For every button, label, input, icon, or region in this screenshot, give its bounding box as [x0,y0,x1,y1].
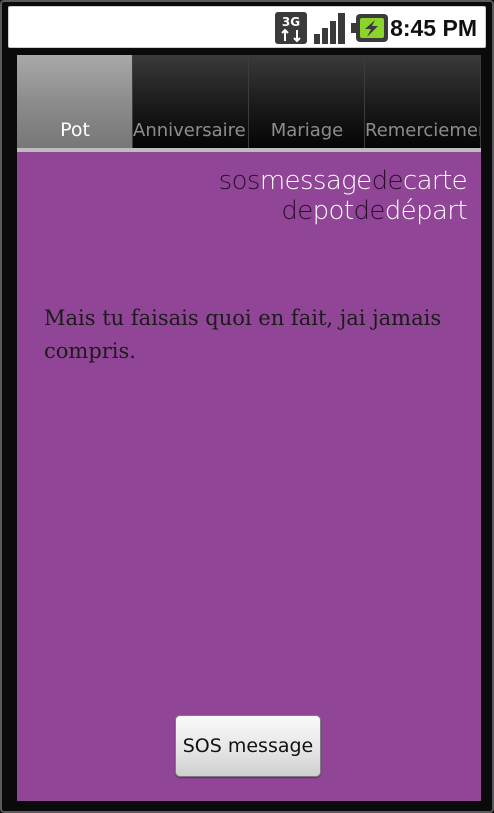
logo-word: message [259,166,372,196]
tab-label: Anniversaire [133,120,246,141]
battery-charging-icon [351,14,388,42]
tab-remerciements[interactable]: Remerciements [365,55,481,148]
3g-data-icon: 3G [275,12,307,44]
logo-word: de [353,196,385,226]
logo-word: de [371,166,404,196]
tab-pot[interactable]: Pot [17,55,133,148]
logo-word: carte [402,166,468,196]
app-logo: sosmessagedecarte depotdedépart [218,166,468,226]
logo-word: pot [312,196,354,226]
tab-label: Pot [60,119,90,141]
tab-label: Remerciements [365,120,480,141]
tab-mariage[interactable]: Mariage [249,55,365,148]
logo-word: départ [384,196,468,226]
tab-bar: Pot Anniversaire Mariage Remerciements [17,55,481,148]
clock-time: 8:45 PM [390,15,477,41]
logo-line-2: depotdedépart [219,196,467,226]
logo-line-1: sosmessagedecarte [218,166,468,196]
tab-anniversaire[interactable]: Anniversaire [133,55,249,148]
3g-label: 3G [282,15,300,29]
tab-label: Mariage [270,120,344,141]
content-panel: sosmessagedecarte depotdedépart Mais tu … [17,152,481,801]
logo-word: sos [218,166,261,196]
signal-strength-icon [314,13,345,44]
message-text: Mais tu faisais quoi en fait, jai jamais… [44,306,442,363]
sos-message-button[interactable]: SOS message [175,715,321,777]
phone-screen: 3G 8:45 PM Pot Anniversaire Mariage Reme… [0,0,494,813]
logo-word: de [281,196,313,226]
status-bar: 3G 8:45 PM [8,6,486,48]
